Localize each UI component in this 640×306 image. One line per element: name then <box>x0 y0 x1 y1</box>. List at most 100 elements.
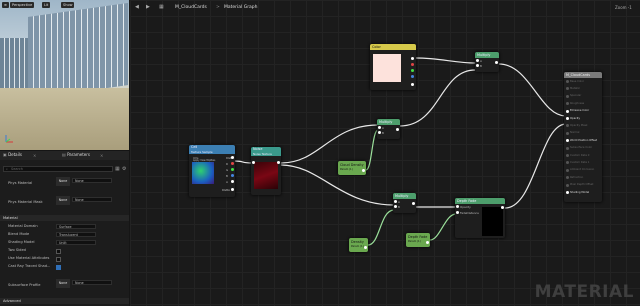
node-multiply-low[interactable]: Multiply A B <box>393 193 416 213</box>
output-pin[interactable] <box>231 188 234 191</box>
depth-fade-preview <box>482 207 503 236</box>
input-pin[interactable] <box>566 146 569 150</box>
node-title: Multiply <box>379 120 393 124</box>
wire <box>233 160 253 164</box>
input-pin[interactable] <box>566 183 569 187</box>
node-header: Cloud Density Param (1) <box>338 161 366 175</box>
node-title: Multiply <box>477 53 491 57</box>
node-subtitle: Texture Sample <box>191 149 213 154</box>
pin-label: Opacity <box>460 205 471 209</box>
pin-label: Pixel Depth Offset <box>570 183 594 187</box>
output-pin[interactable] <box>495 61 498 64</box>
node-multiply-mid[interactable]: Multiply A B <box>377 119 400 139</box>
output-pin[interactable] <box>411 57 414 60</box>
pin-label: FadeDistance <box>460 211 479 215</box>
node-header: Depth Fade Param (1) <box>406 233 430 247</box>
input-pin[interactable] <box>378 126 381 129</box>
input-pin[interactable] <box>252 161 255 164</box>
node-cloud-density[interactable]: Cloud Density Param (1) <box>338 161 366 175</box>
output-pin[interactable] <box>364 246 367 249</box>
pin-label: Custom Data 1 <box>570 160 590 164</box>
pin-label: RGBA <box>222 188 230 192</box>
watermark: MATERIAL <box>534 282 634 302</box>
output-pin[interactable] <box>231 162 234 165</box>
pin-label: G <box>226 168 229 172</box>
wire <box>415 57 476 64</box>
input-pin[interactable] <box>476 64 479 67</box>
node-header: Multiply <box>377 119 400 125</box>
input-pin[interactable] <box>566 168 569 172</box>
output-pin[interactable] <box>362 169 365 172</box>
wire <box>429 213 457 241</box>
node-title: Density <box>351 240 364 244</box>
pin-label: A <box>382 126 384 130</box>
input-pin[interactable] <box>566 154 569 157</box>
node-noise[interactable]: Noise Noise Texture <box>251 147 281 195</box>
node-subtitle: Param (1) <box>351 245 364 248</box>
input-pin[interactable] <box>566 80 569 83</box>
input-pin[interactable] <box>566 87 569 91</box>
node-subtitle: Param (1) <box>340 168 353 171</box>
input-pin[interactable] <box>394 205 397 208</box>
input-pin[interactable] <box>566 102 569 106</box>
input-pin[interactable] <box>566 124 569 128</box>
pin-label: World Position Offset <box>570 138 597 142</box>
pin-label: A <box>226 180 228 184</box>
output-pin[interactable] <box>411 69 414 72</box>
node-material-result[interactable]: M_CloudCards Base Color Metallic Specular R… <box>564 72 602 202</box>
input-pin[interactable] <box>566 117 569 120</box>
output-pin[interactable] <box>412 202 415 205</box>
pin-label: Refraction <box>570 175 584 179</box>
input-pin[interactable] <box>456 211 459 214</box>
texture-preview <box>192 162 214 184</box>
output-pin[interactable] <box>231 174 234 177</box>
node-density[interactable]: Density Param (1) <box>349 238 368 252</box>
node-header: Color <box>370 44 416 50</box>
pin-label: Normal <box>570 131 580 135</box>
output-pin[interactable] <box>231 156 234 159</box>
graph-wires <box>233 57 567 246</box>
output-pin[interactable] <box>501 206 504 209</box>
node-title: Noise <box>253 147 263 151</box>
node-multiply-top[interactable]: Multiply A B <box>475 52 499 72</box>
node-title: Multiply <box>395 194 409 198</box>
wire <box>498 63 567 117</box>
input-pin[interactable] <box>456 205 459 208</box>
input-pin[interactable] <box>566 176 569 180</box>
output-pin[interactable] <box>277 161 280 164</box>
output-pin[interactable] <box>411 75 414 78</box>
node-texture-sample[interactable]: Cell Texture Sample UVs Apply View MipBia… <box>189 145 235 197</box>
input-pin[interactable] <box>394 200 397 203</box>
input-pin[interactable] <box>476 59 479 62</box>
pin-label: Ambient Occlusion <box>570 168 595 172</box>
input-pin[interactable] <box>566 131 569 135</box>
node-depth-fade[interactable]: Depth Fade Opacity FadeDistance <box>455 198 505 238</box>
output-pin[interactable] <box>396 128 399 131</box>
pin-label: Emissive Color <box>570 109 590 113</box>
output-pin[interactable] <box>231 180 234 183</box>
input-pin[interactable] <box>566 191 569 194</box>
pin-label: Subsurface Color <box>570 146 593 150</box>
output-pin[interactable] <box>411 63 414 66</box>
output-pin[interactable] <box>411 83 414 86</box>
wire <box>280 124 379 164</box>
wire <box>367 209 395 246</box>
input-pin[interactable] <box>378 131 381 134</box>
input-pin[interactable] <box>566 94 569 98</box>
node-subtitle: Noise Texture <box>253 151 272 156</box>
pin-label: B <box>226 174 228 178</box>
noise-preview <box>254 162 278 189</box>
node-fade-distance[interactable]: Depth Fade Param (1) <box>406 233 430 247</box>
pin-label: Base Color <box>570 79 584 83</box>
node-title: Depth Fade <box>457 199 477 203</box>
input-pin[interactable] <box>566 161 569 165</box>
pin-label: A <box>480 59 482 63</box>
input-pin[interactable] <box>566 109 569 113</box>
pin-label: Shading Model <box>570 190 590 194</box>
node-color[interactable]: Color <box>370 44 416 90</box>
output-pin[interactable] <box>426 241 429 244</box>
node-title: Cloud Density <box>340 163 364 167</box>
output-pin[interactable] <box>231 168 234 171</box>
node-header: Depth Fade <box>455 198 505 204</box>
input-pin[interactable] <box>566 139 569 143</box>
